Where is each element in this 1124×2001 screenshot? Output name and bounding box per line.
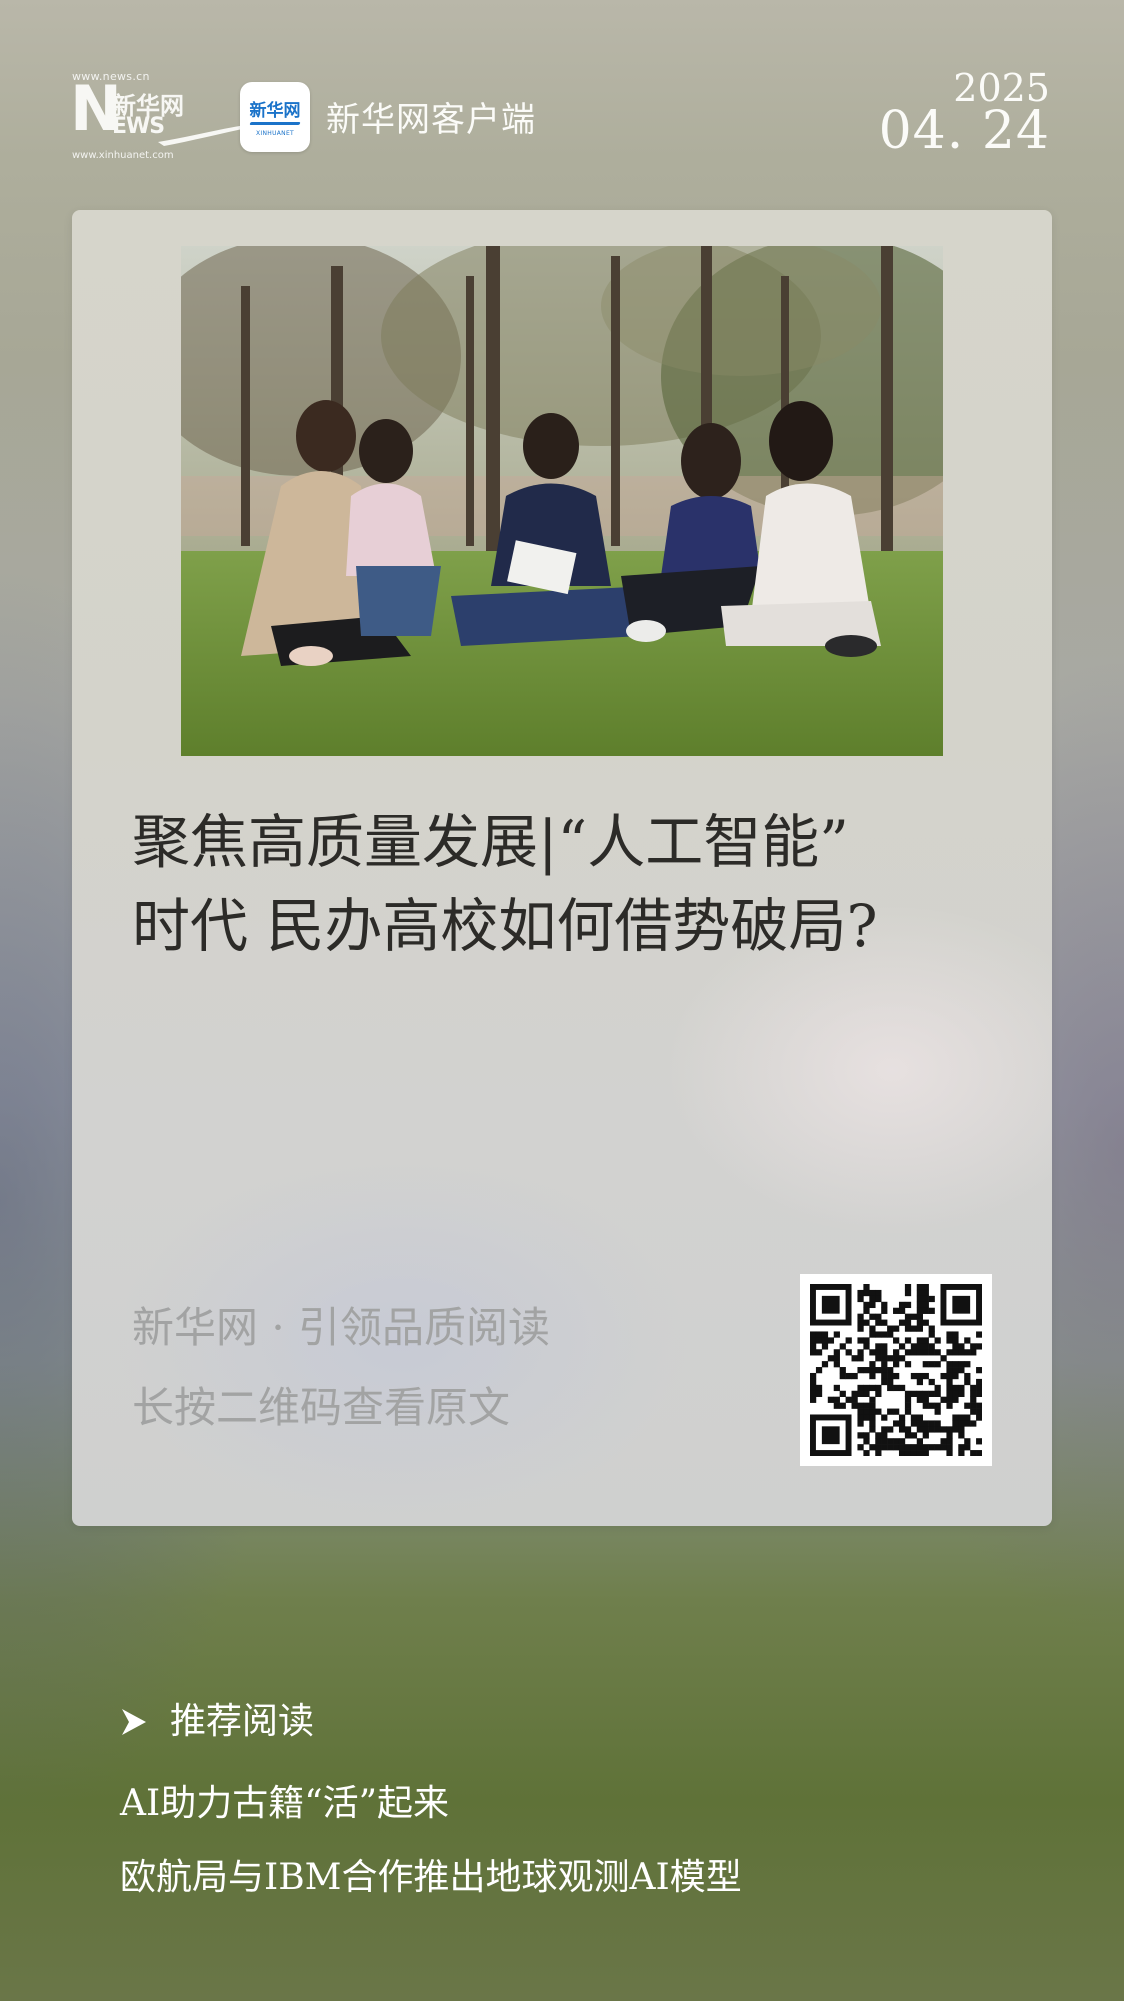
- triangle-arrow-icon: [122, 1709, 146, 1735]
- qr-finder-pattern: [810, 1284, 852, 1326]
- xinhua-news-logo: www.news.cn N 新华网 EWS www.xinhuanet.com: [70, 70, 274, 161]
- recommended-title: 推荐阅读: [170, 1701, 315, 1742]
- app-name: 新华网客户端: [326, 100, 536, 140]
- recommended-link[interactable]: AI助力古籍“活”起来: [120, 1782, 449, 1826]
- students-on-lawn-image: [181, 246, 943, 756]
- headline-line: 时代 民办高校如何借势破局?: [132, 892, 878, 960]
- slogan-text: 新华网 · 引领品质阅读: [132, 1303, 551, 1352]
- xinhua-app-icon: 新华网 XINHUANET: [240, 82, 310, 152]
- article-headline: 聚焦高质量发展|“人工智能” 时代 民办高校如何借势破局?: [132, 800, 992, 968]
- app-icon-stroke: [249, 122, 301, 125]
- qr-finder-pattern: [940, 1284, 982, 1326]
- app-icon-en: XINHUANET: [255, 130, 295, 137]
- recommended-header: 推荐阅读: [120, 1700, 314, 1744]
- qr-code-pattern: [810, 1284, 982, 1456]
- qr-finder-pattern: [810, 1414, 852, 1456]
- date-day: 04. 24: [878, 101, 1050, 161]
- qr-hint-text: 长按二维码查看原文: [132, 1383, 511, 1432]
- app-icon-cn: 新华网: [249, 101, 301, 121]
- logo-url-bottom: www.xinhuanet.com: [72, 150, 174, 161]
- recommended-link[interactable]: 欧航局与IBM合作推出地球观测AI模型: [120, 1856, 742, 1900]
- article-card: 聚焦高质量发展|“人工智能” 时代 民办高校如何借势破局? 新华网 · 引领品质…: [72, 210, 1052, 1526]
- headline-line: 聚焦高质量发展|“人工智能”: [132, 808, 849, 876]
- article-photo: [181, 246, 943, 756]
- qr-code[interactable]: [800, 1274, 992, 1466]
